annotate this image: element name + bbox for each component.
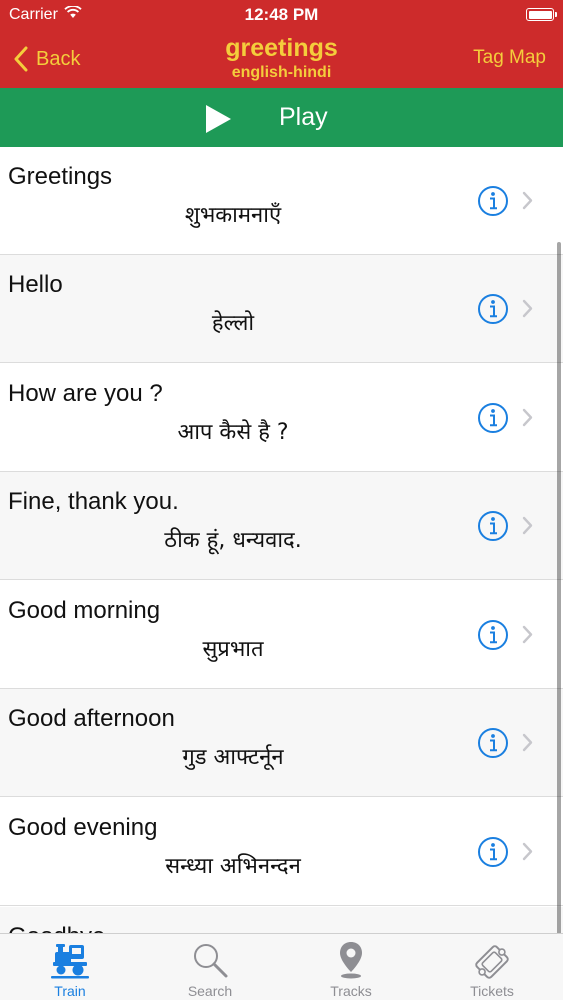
chevron-right-icon: [522, 625, 533, 644]
chevron-right-icon: [522, 733, 533, 752]
info-icon[interactable]: [477, 727, 509, 759]
chevron-right-icon: [522, 408, 533, 427]
scroll-indicator[interactable]: [557, 242, 561, 933]
tab-label: Tracks: [330, 983, 372, 999]
chevron-right-icon: [522, 299, 533, 318]
tab-train[interactable]: Train: [0, 934, 140, 1000]
english-phrase: Fine, thank you.: [8, 488, 179, 515]
chevron-right-icon: [522, 842, 533, 861]
tab-tracks[interactable]: Tracks: [281, 934, 421, 1000]
map-pin-icon: [340, 942, 362, 979]
chevron-right-icon: [522, 191, 533, 210]
hindi-phrase: सुप्रभात: [202, 637, 264, 662]
info-icon[interactable]: [477, 293, 509, 325]
battery-icon: [526, 8, 557, 21]
train-icon: [51, 944, 89, 979]
hindi-phrase: ठीक हूं, धन्यवाद.: [164, 528, 302, 553]
tab-search[interactable]: Search: [140, 934, 280, 1000]
phrase-row[interactable]: Goodbye: [0, 907, 563, 933]
info-icon[interactable]: [477, 402, 509, 434]
info-icon[interactable]: [477, 619, 509, 651]
tab-bar: Train Search Tracks Tickets: [0, 933, 563, 1000]
english-phrase: Good morning: [8, 597, 161, 624]
english-phrase: How are you ?: [8, 380, 163, 407]
tag-map-button[interactable]: Tag Map: [473, 47, 546, 69]
phrase-row[interactable]: Good evening सन्ध्या अभिनन्दन: [0, 798, 563, 906]
english-phrase: Hello: [8, 271, 63, 298]
english-phrase: Good afternoon: [8, 705, 175, 732]
phrase-row[interactable]: Hello हेल्लो: [0, 255, 563, 363]
hindi-phrase: सन्ध्या अभिनन्दन: [165, 854, 301, 879]
chevron-right-icon: [522, 516, 533, 535]
play-label: Play: [279, 103, 328, 131]
hindi-phrase: शुभकामनाएँ: [184, 203, 282, 228]
tab-label: Tickets: [470, 983, 514, 999]
phrase-row[interactable]: Good morning सुप्रभात: [0, 581, 563, 689]
phrase-list[interactable]: Greetings शुभकामनाएँ Hello हेल्लो How ar…: [0, 147, 563, 933]
info-icon[interactable]: [477, 185, 509, 217]
navigation-bar: Back greetings english-hindi Tag Map: [0, 30, 563, 88]
english-phrase: Goodbye: [8, 923, 105, 933]
english-phrase: Greetings: [8, 163, 113, 190]
info-icon[interactable]: [477, 836, 509, 868]
phrase-row[interactable]: Greetings शुभकामनाएँ: [0, 147, 563, 255]
search-icon: [194, 944, 228, 978]
phrase-row[interactable]: Fine, thank you. ठीक हूं, धन्यवाद.: [0, 472, 563, 580]
tab-tickets[interactable]: Tickets: [422, 934, 562, 1000]
tab-label: Search: [187, 983, 233, 999]
hindi-phrase: हेल्लो: [211, 311, 255, 336]
english-phrase: Good evening: [8, 814, 158, 841]
ticket-icon: [475, 945, 509, 979]
status-bar: Carrier 12:48 PM: [0, 0, 563, 30]
tab-label: Train: [54, 983, 86, 999]
play-button[interactable]: Play: [0, 88, 563, 147]
info-icon[interactable]: [477, 510, 509, 542]
phrase-row[interactable]: How are you ? आप कैसे है ?: [0, 364, 563, 472]
phrase-row[interactable]: Good afternoon गुड आफ्टर्नून: [0, 689, 563, 797]
hindi-phrase: आप कैसे है ?: [177, 420, 289, 445]
status-time: 12:48 PM: [244, 5, 319, 24]
play-icon: [206, 105, 231, 133]
hindi-phrase: गुड आफ्टर्नून: [182, 745, 284, 770]
